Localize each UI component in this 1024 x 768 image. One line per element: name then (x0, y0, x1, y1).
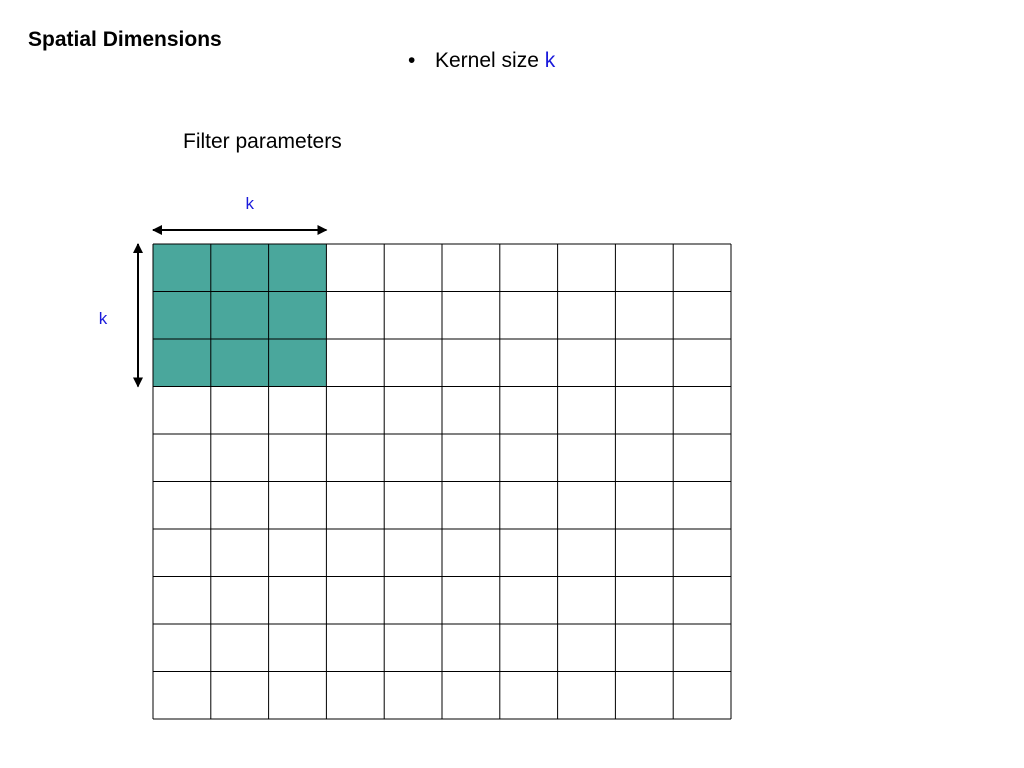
kernel-cell (210, 244, 269, 292)
kernel-cell (268, 291, 327, 339)
kernel-width-label: k (245, 194, 254, 213)
kernel-cell (153, 244, 211, 292)
kernel-cell (153, 291, 211, 339)
kernel-cell (210, 339, 269, 387)
kernel-cell (210, 291, 269, 339)
kernel-cells (153, 244, 327, 387)
kernel-grid-diagram: k k (99, 194, 732, 720)
kernel-cell (268, 244, 327, 292)
kernel-cell (268, 339, 327, 387)
kernel-height-label: k (99, 309, 108, 328)
kernel-cell (153, 339, 211, 387)
